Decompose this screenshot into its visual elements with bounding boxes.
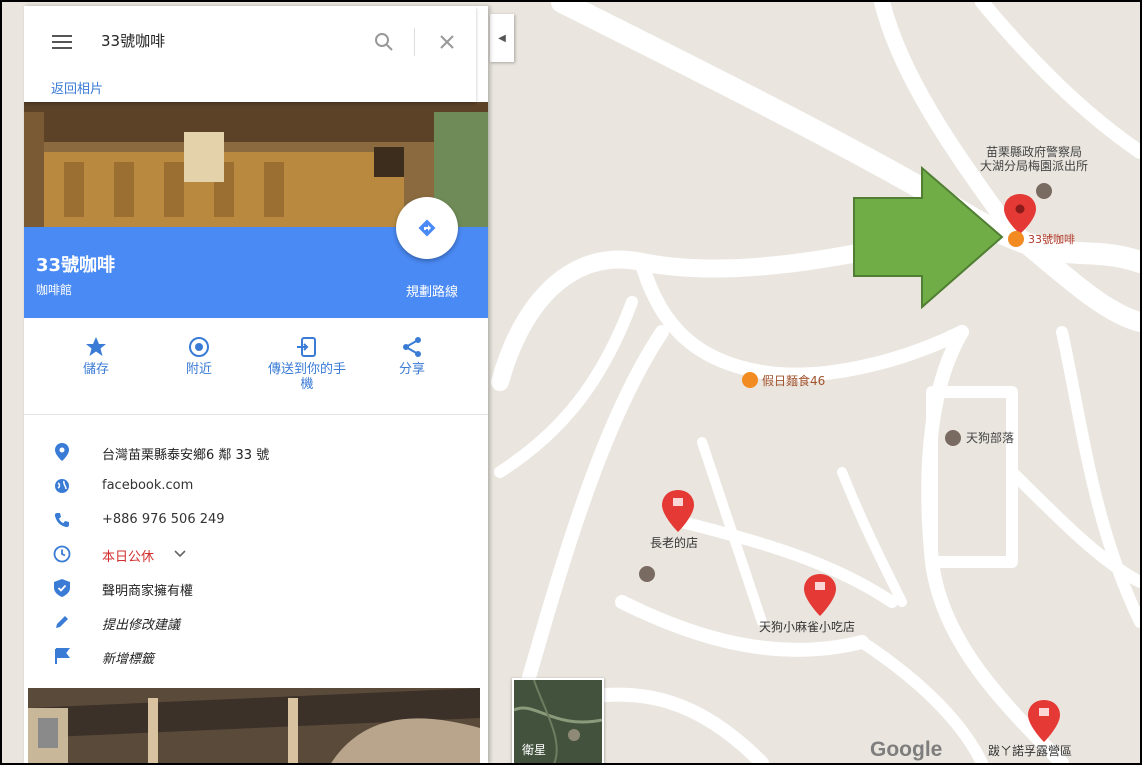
search-row: 33號咖啡: [24, 6, 476, 76]
map-label-police[interactable]: 苗栗縣政府警察局 大湖分局梅園派出所: [980, 145, 1088, 173]
place-panel: 33號咖啡 返回相片 33號咖啡 咖啡館 規劃路線 儲存 附近 傳送到你的手 機…: [24, 6, 488, 763]
address-text: 台灣苗栗縣泰安鄉6 鄰 33 號: [102, 448, 270, 463]
globe-icon: [55, 479, 69, 493]
nearby-icon: [189, 337, 209, 357]
screen: 苗栗縣政府警察局 大湖分局梅園派出所 33號咖啡 假日麵食46 天狗部落 長老的…: [0, 0, 1142, 765]
clock-icon: [53, 545, 71, 563]
hours-row[interactable]: 本日公休: [24, 538, 488, 570]
address-row[interactable]: 台灣苗栗縣泰安鄉6 鄰 33 號: [24, 436, 488, 468]
save-label: 儲存: [82, 362, 109, 377]
website-text: facebook.com: [102, 478, 194, 493]
send-to-phone-button[interactable]: 傳送到你的手 機: [252, 334, 362, 392]
map-label-cafe[interactable]: 33號咖啡: [1028, 233, 1075, 247]
add-label-text: 新增標籤: [102, 652, 155, 667]
map-label-campsite[interactable]: 跋ㄚ諾孚露營區: [988, 744, 1072, 758]
directions-label[interactable]: 規劃路線: [406, 281, 458, 300]
chevron-down-icon[interactable]: [174, 550, 186, 558]
hours-text: 本日公休: [102, 550, 155, 565]
phone-icon: [54, 513, 69, 528]
nearby-button[interactable]: 附近: [149, 334, 249, 377]
directions-icon: [418, 219, 436, 237]
share-icon: [403, 337, 421, 357]
satellite-label: 衛星: [522, 743, 547, 757]
suggest-edit-text: 提出修改建議: [102, 618, 181, 633]
place-photo-secondary[interactable]: [28, 688, 480, 763]
satellite-toggle[interactable]: 衛星: [512, 678, 604, 763]
phone-text: +886 976 506 249: [102, 512, 225, 527]
share-button[interactable]: 分享: [362, 334, 462, 377]
google-logo: Google: [870, 738, 943, 761]
map-label-elder-shop[interactable]: 長老的店: [650, 536, 698, 550]
phone-row[interactable]: +886 976 506 249: [24, 504, 488, 536]
star-icon: [86, 337, 106, 356]
menu-icon[interactable]: [52, 34, 72, 50]
search-icon[interactable]: [374, 32, 394, 52]
location-pin-icon: [55, 443, 69, 461]
send-to-phone-label: 傳送到你的手 機: [267, 362, 346, 392]
add-label-row[interactable]: 新增標籤: [24, 640, 488, 672]
back-to-photos-link[interactable]: 返回相片: [51, 78, 103, 97]
search-divider: [414, 28, 415, 56]
place-header: 33號咖啡 咖啡館 規劃路線: [24, 197, 488, 318]
pencil-icon: [56, 616, 68, 628]
chevron-left-icon: ◀: [498, 32, 506, 44]
close-icon[interactable]: [439, 34, 455, 50]
suggest-edit-row[interactable]: 提出修改建議: [24, 606, 488, 638]
place-title: 33號咖啡: [36, 255, 116, 276]
flag-icon: [55, 648, 70, 664]
claim-business-text: 聲明商家擁有權: [102, 584, 194, 599]
action-row: 儲存 附近 傳送到你的手 機 分享: [24, 318, 488, 415]
map-label-noodle[interactable]: 假日麵食46: [762, 374, 825, 388]
website-row[interactable]: facebook.com: [24, 470, 488, 502]
share-label: 分享: [398, 362, 425, 377]
directions-button[interactable]: [396, 197, 458, 259]
place-category: 咖啡館: [36, 283, 73, 297]
collapse-panel-button[interactable]: ◀: [490, 14, 514, 62]
search-input[interactable]: 33號咖啡: [101, 30, 165, 51]
search-box: 33號咖啡 返回相片: [24, 6, 476, 102]
nearby-label: 附近: [185, 362, 212, 377]
save-button[interactable]: 儲存: [46, 334, 146, 377]
map-label-snack-shop[interactable]: 天狗小麻雀小吃店: [759, 620, 855, 634]
map-label-tengu-village[interactable]: 天狗部落: [966, 431, 1014, 445]
claim-business-row[interactable]: 聲明商家擁有權: [24, 572, 488, 604]
verified-shield-icon: [54, 579, 70, 597]
send-to-phone-icon: [297, 337, 316, 357]
